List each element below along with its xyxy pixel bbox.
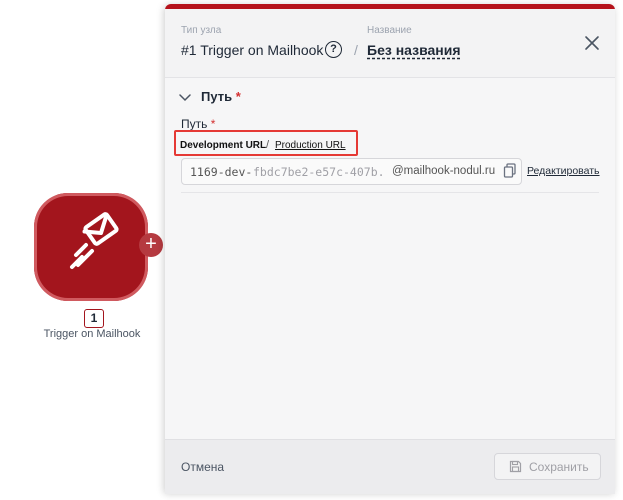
node-name-value[interactable]: Без названия (367, 42, 461, 58)
save-icon (509, 460, 522, 473)
cancel-button[interactable]: Отмена (181, 460, 224, 474)
node-number-badge: 1 (84, 309, 104, 328)
edit-url-link[interactable]: Редактировать (527, 165, 600, 177)
panel-header: Тип узла #1 Trigger on Mailhook ? / Назв… (165, 9, 615, 78)
url-domain: @mailhook-nodul.ru (392, 165, 496, 177)
copy-icon[interactable] (503, 163, 517, 179)
tab-development-url[interactable]: Development URL (180, 140, 266, 151)
chevron-down-icon[interactable] (179, 93, 191, 103)
mailhook-envelope-icon (70, 212, 119, 269)
url-prefix: 1169-dev- (190, 165, 253, 179)
save-button-label: Сохранить (529, 460, 589, 474)
save-button[interactable]: Сохранить (494, 453, 601, 480)
header-separator: / (354, 42, 358, 58)
url-id: fbdc7be2-e57c-407b... (253, 165, 385, 179)
node-label: Trigger on Mailhook (43, 328, 141, 340)
tab-production-url[interactable]: Production URL (275, 140, 346, 151)
required-mark: * (210, 117, 216, 131)
tab-separator: / (266, 139, 270, 151)
node-type-caption: Тип узла (181, 25, 222, 36)
add-connection-button[interactable]: + (139, 233, 163, 257)
close-icon[interactable] (583, 34, 601, 52)
panel-footer: Отмена Сохранить (165, 439, 615, 494)
help-icon[interactable]: ? (325, 41, 342, 58)
divider (181, 192, 599, 193)
mailhook-trigger-node[interactable] (34, 193, 148, 301)
node-type-value: #1 Trigger on Mailhook (181, 42, 324, 58)
section-title-path[interactable]: Путь * (201, 89, 241, 104)
section-title-label: Путь (201, 89, 233, 104)
node-name-caption: Название (367, 25, 412, 36)
required-mark: * (235, 89, 241, 104)
path-field-label: Путь * (181, 117, 215, 131)
node-settings-panel: Тип узла #1 Trigger on Mailhook ? / Назв… (165, 4, 615, 494)
path-label-text: Путь (181, 117, 208, 131)
